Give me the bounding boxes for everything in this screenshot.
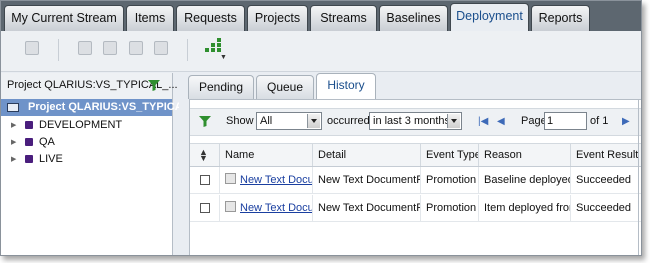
tab-pending[interactable]: Pending [188,75,254,99]
tree-root-project[interactable]: Project QLARIUS:VS_TYPICAL_3... [1,99,211,116]
row-result-cell: Succeeded [570,195,638,221]
rollback-icon[interactable] [129,41,143,55]
tab-deployment[interactable]: Deployment [450,3,529,31]
chevron-down-icon[interactable] [307,114,320,128]
occurred-label: occurred [327,115,370,127]
demote-icon[interactable] [103,41,117,55]
tab-my-current-stream[interactable]: My Current Stream [4,5,124,31]
column-header-reason[interactable]: Reason [478,144,570,166]
row-detail-cell: New Text DocumentRM.tx [312,167,420,193]
tab-items[interactable]: Items [126,5,174,31]
project-tree-panel: Project QLARIUS:VS_TYPICAL_... Project Q… [1,73,211,255]
column-sort-header[interactable]: ▲ ▼ [190,144,219,166]
row-result-cell: Succeeded [570,167,638,193]
tree-item-label: DEVELOPMENT [39,119,123,131]
expand-arrow-icon[interactable]: ▶ [11,155,16,163]
table-row[interactable]: New Text Docume New Text DocumentRM.tx P… [190,167,641,194]
expand-arrow-icon[interactable]: ▶ [11,121,16,129]
filter-icon[interactable] [199,116,211,127]
promote-icon[interactable] [78,41,92,55]
tab-projects[interactable]: Projects [247,5,308,31]
sort-icon: ▲ ▼ [199,147,208,163]
column-header-event-result[interactable]: Event Result [570,144,638,166]
deployment-panel: Pending Queue History Show All occurred … [179,73,641,255]
chevron-down-icon[interactable]: ▼ [220,54,227,61]
row-detail-cell: New Text DocumentRM.tx [312,195,420,221]
tab-baselines[interactable]: Baselines [379,5,448,31]
area-node-icon [25,138,33,146]
next-page-icon[interactable]: ▶ [622,116,630,127]
tree-item-label: QA [39,136,55,148]
grid-header: ▲ ▼ Name Detail Event Type Reason Event R… [190,143,641,167]
row-checkbox[interactable] [200,203,210,213]
occurred-select-value: in last 3 months [373,115,451,127]
column-header-name[interactable]: Name [219,144,312,166]
filter-icon[interactable] [148,80,160,91]
item-link[interactable]: New Text Docume [240,174,312,186]
page-number-input[interactable]: 1 [544,112,587,130]
chevron-down-icon[interactable] [447,114,460,128]
tab-history[interactable]: History [316,73,376,99]
tree-item-qa[interactable]: ▶ QA [1,135,172,151]
column-header-event-type[interactable]: Event Type [420,144,478,166]
document-icon [225,201,236,212]
expand-arrow-icon[interactable]: ▶ [11,138,16,146]
tab-queue[interactable]: Queue [256,75,314,99]
prev-page-icon[interactable]: ◀ [497,116,505,127]
table-row[interactable]: New Text Docume New Text DocumentRM.tx P… [190,195,641,222]
toolbar-separator [58,39,59,61]
toolbar: ▼ [1,31,641,72]
history-filter-bar: Show All occurred in last 3 months |◀ ◀ … [190,108,641,136]
row-event-type-cell: Promotion [420,167,478,193]
page-count: of 1 [590,115,609,127]
project-icon [7,103,19,112]
row-checkbox[interactable] [200,175,210,185]
tab-streams[interactable]: Streams [310,5,377,31]
tab-requests[interactable]: Requests [176,5,245,31]
row-event-type-cell: Promotion [420,195,478,221]
tree-item-development[interactable]: ▶ DEVELOPMENT [1,118,172,134]
row-name-cell: New Text Docume [219,195,312,221]
app-window: My Current Stream Items Requests Project… [0,0,642,256]
area-node-icon [25,155,33,163]
column-header-detail[interactable]: Detail [312,144,420,166]
show-select[interactable]: All [256,112,322,130]
row-reason-cell: Baseline deployed fro [478,167,570,193]
tree-item-label: LIVE [39,153,63,165]
item-link[interactable]: New Text Docume [240,202,312,214]
project-tree-header: Project QLARIUS:VS_TYPICAL_... [1,73,178,100]
document-icon [225,173,236,184]
occurred-select[interactable]: in last 3 months [369,112,462,130]
tree-item-live[interactable]: ▶ LIVE [1,152,172,168]
page-label: Page [521,115,547,127]
show-label: Show [226,115,254,127]
toolbar-separator [187,39,188,61]
tab-reports[interactable]: Reports [531,5,590,31]
first-page-icon[interactable]: |◀ [478,116,488,127]
row-name-cell: New Text Docume [219,167,312,193]
row-reason-cell: Item deployed from DE [478,195,570,221]
deploy-icon[interactable] [25,41,39,55]
show-select-value: All [260,115,273,127]
history-content: Show All occurred in last 3 months |◀ ◀ … [189,99,641,255]
remove-icon[interactable] [154,41,168,55]
top-tab-bar: My Current Stream Items Requests Project… [1,1,641,31]
grid-right-border [638,100,639,255]
area-node-icon [25,121,33,129]
